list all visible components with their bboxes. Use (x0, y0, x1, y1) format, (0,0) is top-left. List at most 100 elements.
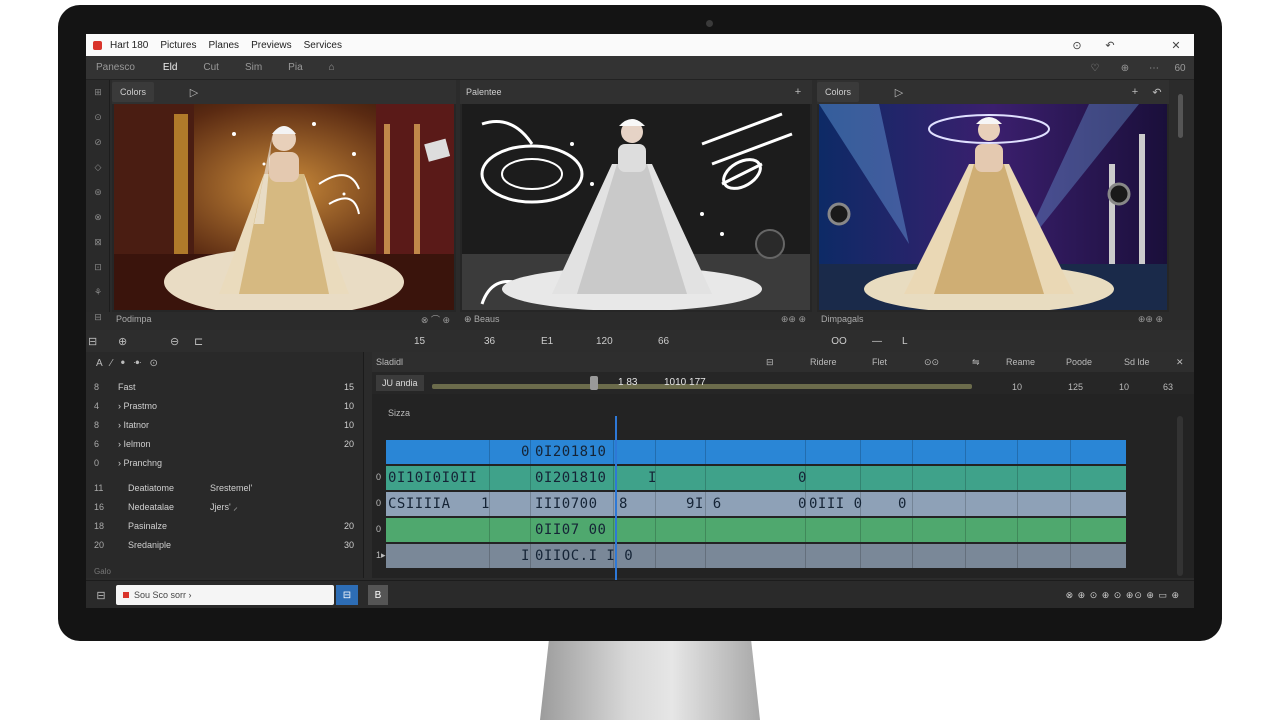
timeline-header: Sladidl ⊟ Ridere Flet ⊙⊙ ⇋ Reame Poode S… (372, 352, 1194, 372)
pane-3-video-frame[interactable] (819, 104, 1167, 310)
scrub-handle[interactable] (590, 376, 598, 390)
system-tray[interactable]: ⊗ ⊕ ⊙ ⊕ ⊙ ⊕⊙ ⊕ ▭ ⊕ (1066, 581, 1180, 608)
pane-scrollbar[interactable] (1178, 94, 1183, 138)
pane-1-tab[interactable]: Colors (112, 82, 155, 102)
timeline-scrollbar[interactable] (1177, 416, 1183, 576)
search-button[interactable]: ⊟ (336, 585, 358, 605)
tool-icon-1[interactable]: ⊞ (86, 80, 110, 105)
pin-icon[interactable]: ⊙ (149, 358, 157, 369)
timeline-title: Sladidl (376, 357, 404, 367)
property-row[interactable]: 16 Nedeatalae Jjers' ⸝ (86, 497, 364, 516)
heart-icon[interactable]: ♡ (1084, 56, 1106, 80)
pane-1-video-frame[interactable] (114, 104, 454, 310)
zoom-out-icon[interactable]: ⊖ (170, 330, 194, 352)
undo-icon[interactable]: ↶ (1147, 80, 1167, 104)
globe-icon[interactable]: ⊕ (1114, 56, 1136, 80)
home-icon[interactable]: ⌂ (329, 62, 335, 73)
search-input[interactable] (134, 590, 314, 600)
close-icon[interactable]: ✕ (1176, 352, 1184, 372)
timeline-track-t3[interactable]: CSIIIIA 1 III0700 8 9I 6 0 0III 00 (386, 492, 1126, 516)
menu-item-planes[interactable]: Planes (208, 40, 239, 51)
toolbar-item-cut[interactable]: Cut (203, 62, 219, 73)
clip-label: 0 (521, 444, 530, 460)
play-icon[interactable]: ▷ (184, 80, 204, 104)
panel-icon[interactable]: ⊟ (88, 330, 112, 352)
timeline-ruler[interactable]: JU andia 1 83 1010 177 10 125 10 63 (372, 372, 1194, 394)
ruler-tick: 63 (1163, 382, 1174, 392)
pane-1-tools[interactable]: ⊗ ⌒ ⊕ (421, 313, 450, 326)
control-value-1: 15 (414, 335, 426, 347)
clip-segment[interactable] (386, 544, 1071, 568)
toolbar-item-panesco[interactable]: Panesco (96, 62, 135, 73)
panel-icon[interactable]: ⊟ (90, 581, 112, 608)
preview-pane-1: Colors ▷ Podimpa ⊗ ⌒ ⊕ (112, 80, 456, 325)
menu-item-pictures[interactable]: Pictures (160, 40, 196, 51)
toolbar-item-sim[interactable]: Sim (245, 62, 262, 73)
playhead[interactable] (615, 416, 617, 600)
clip-segment[interactable] (386, 440, 1071, 464)
b-button[interactable]: B (368, 585, 388, 605)
frame-icon[interactable]: ⊏ (194, 330, 218, 352)
timeline-panel-icon[interactable]: ⊟ (766, 352, 774, 372)
tool-icon-3[interactable]: ⊘ (86, 130, 110, 155)
close-window-button[interactable]: ✕ (1161, 34, 1191, 56)
toolbar-item-edit[interactable]: Eld (163, 62, 177, 73)
menu-item-services[interactable]: Services (304, 40, 342, 51)
timeline-tab-flet[interactable]: Flet (872, 352, 887, 372)
property-row[interactable]: 18 Pasinalze 20 (86, 516, 364, 535)
track-label: 0 (376, 498, 382, 508)
timeline-track-t5[interactable]: I 0IIOC.I I 0 (386, 544, 1126, 568)
people-icon[interactable]: ⚘ (86, 280, 110, 305)
property-row[interactable]: 8 › Itatnor 10 (86, 415, 364, 434)
level-button[interactable]: L (902, 330, 908, 352)
search-box[interactable] (116, 585, 334, 605)
property-row[interactable]: 6 › Ielmon 20 (86, 434, 364, 453)
tool-icon-8[interactable]: ⊡ (86, 255, 110, 280)
property-row[interactable]: 20 Sredaniple 30 (86, 535, 364, 554)
clip-segment[interactable] (386, 518, 1071, 542)
timeline-tab-ridere[interactable]: Ridere (810, 352, 837, 372)
tool-icon-b[interactable]: ꔹ (133, 358, 141, 369)
timeline-track-t2[interactable]: 0I10I0I0II 0I201810 I 0 (386, 466, 1126, 490)
timeline-tab-sdlde[interactable]: Sd lde (1124, 352, 1150, 372)
add-icon[interactable]: + (788, 80, 808, 104)
tool-icon-2[interactable]: ⊙ (86, 105, 110, 130)
pane-2-video-frame[interactable] (462, 104, 810, 310)
pane-2-tools[interactable]: ⊕⊕ ⊕ (781, 314, 806, 325)
play-icon[interactable]: ▷ (889, 80, 909, 104)
add-icon[interactable]: + (1125, 80, 1145, 104)
loop-button[interactable]: OO (828, 330, 850, 352)
clip-segment[interactable] (386, 466, 1071, 490)
toggle-icon[interactable]: ⊙⊙ (924, 352, 939, 372)
timeline-track-t4[interactable]: 0II07 00 (386, 518, 1126, 542)
screen: Hart 180 Pictures Planes Previews Servic… (86, 34, 1194, 608)
tool-icon-6[interactable]: ⊗ (86, 205, 110, 230)
swap-icon[interactable]: ⇋ (972, 352, 980, 372)
pane-2-label: ⊕ Beaus (464, 313, 500, 324)
timeline-tab-poode[interactable]: Poode (1066, 352, 1092, 372)
property-row[interactable]: 11 Deatiatome Srestemel' (86, 478, 364, 497)
tool-icon-5[interactable]: ⊛ (86, 180, 110, 205)
property-row[interactable]: 0 › Pranchng (86, 453, 364, 472)
pen-tool-icon[interactable]: ⁄ (111, 358, 113, 369)
property-row[interactable]: 8 Fast 15 (86, 377, 364, 396)
minus-button[interactable]: — (872, 330, 882, 352)
tool-icon-10[interactable]: ⊟ (86, 305, 110, 330)
pane-3-tab[interactable]: Colors (817, 82, 860, 102)
pane-3-tools[interactable]: ⊕⊕ ⊕ (1138, 314, 1163, 325)
timeline-track-t1[interactable]: 0 0I201810 (386, 440, 1126, 464)
zoom-in-icon[interactable]: ⊕ (118, 330, 142, 352)
text-tool-icon[interactable]: A (96, 358, 103, 369)
timeline-tab-reame[interactable]: Reame (1006, 352, 1035, 372)
more-icon[interactable]: ⋯ (1143, 56, 1165, 80)
tool-icon-4[interactable]: ◇ (86, 155, 110, 180)
undo-icon[interactable]: ↶ (1095, 34, 1125, 56)
toolbar-item-pia[interactable]: Pia (288, 62, 302, 73)
tool-icon-a[interactable]: ꔷ (120, 358, 125, 369)
track-group-label: Sizza (388, 408, 411, 418)
tool-icon-7[interactable]: ⊠ (86, 230, 110, 255)
menu-item-previews[interactable]: Previews (251, 40, 292, 51)
property-row[interactable]: 4 › Prastmo 10 (86, 396, 364, 415)
timeline-tracks: Sizza 0 0I201810 0 0I10I0I0II 0I201810 I 0 0 CSI… (372, 394, 1194, 600)
target-icon[interactable]: ⊙ (1062, 34, 1092, 56)
